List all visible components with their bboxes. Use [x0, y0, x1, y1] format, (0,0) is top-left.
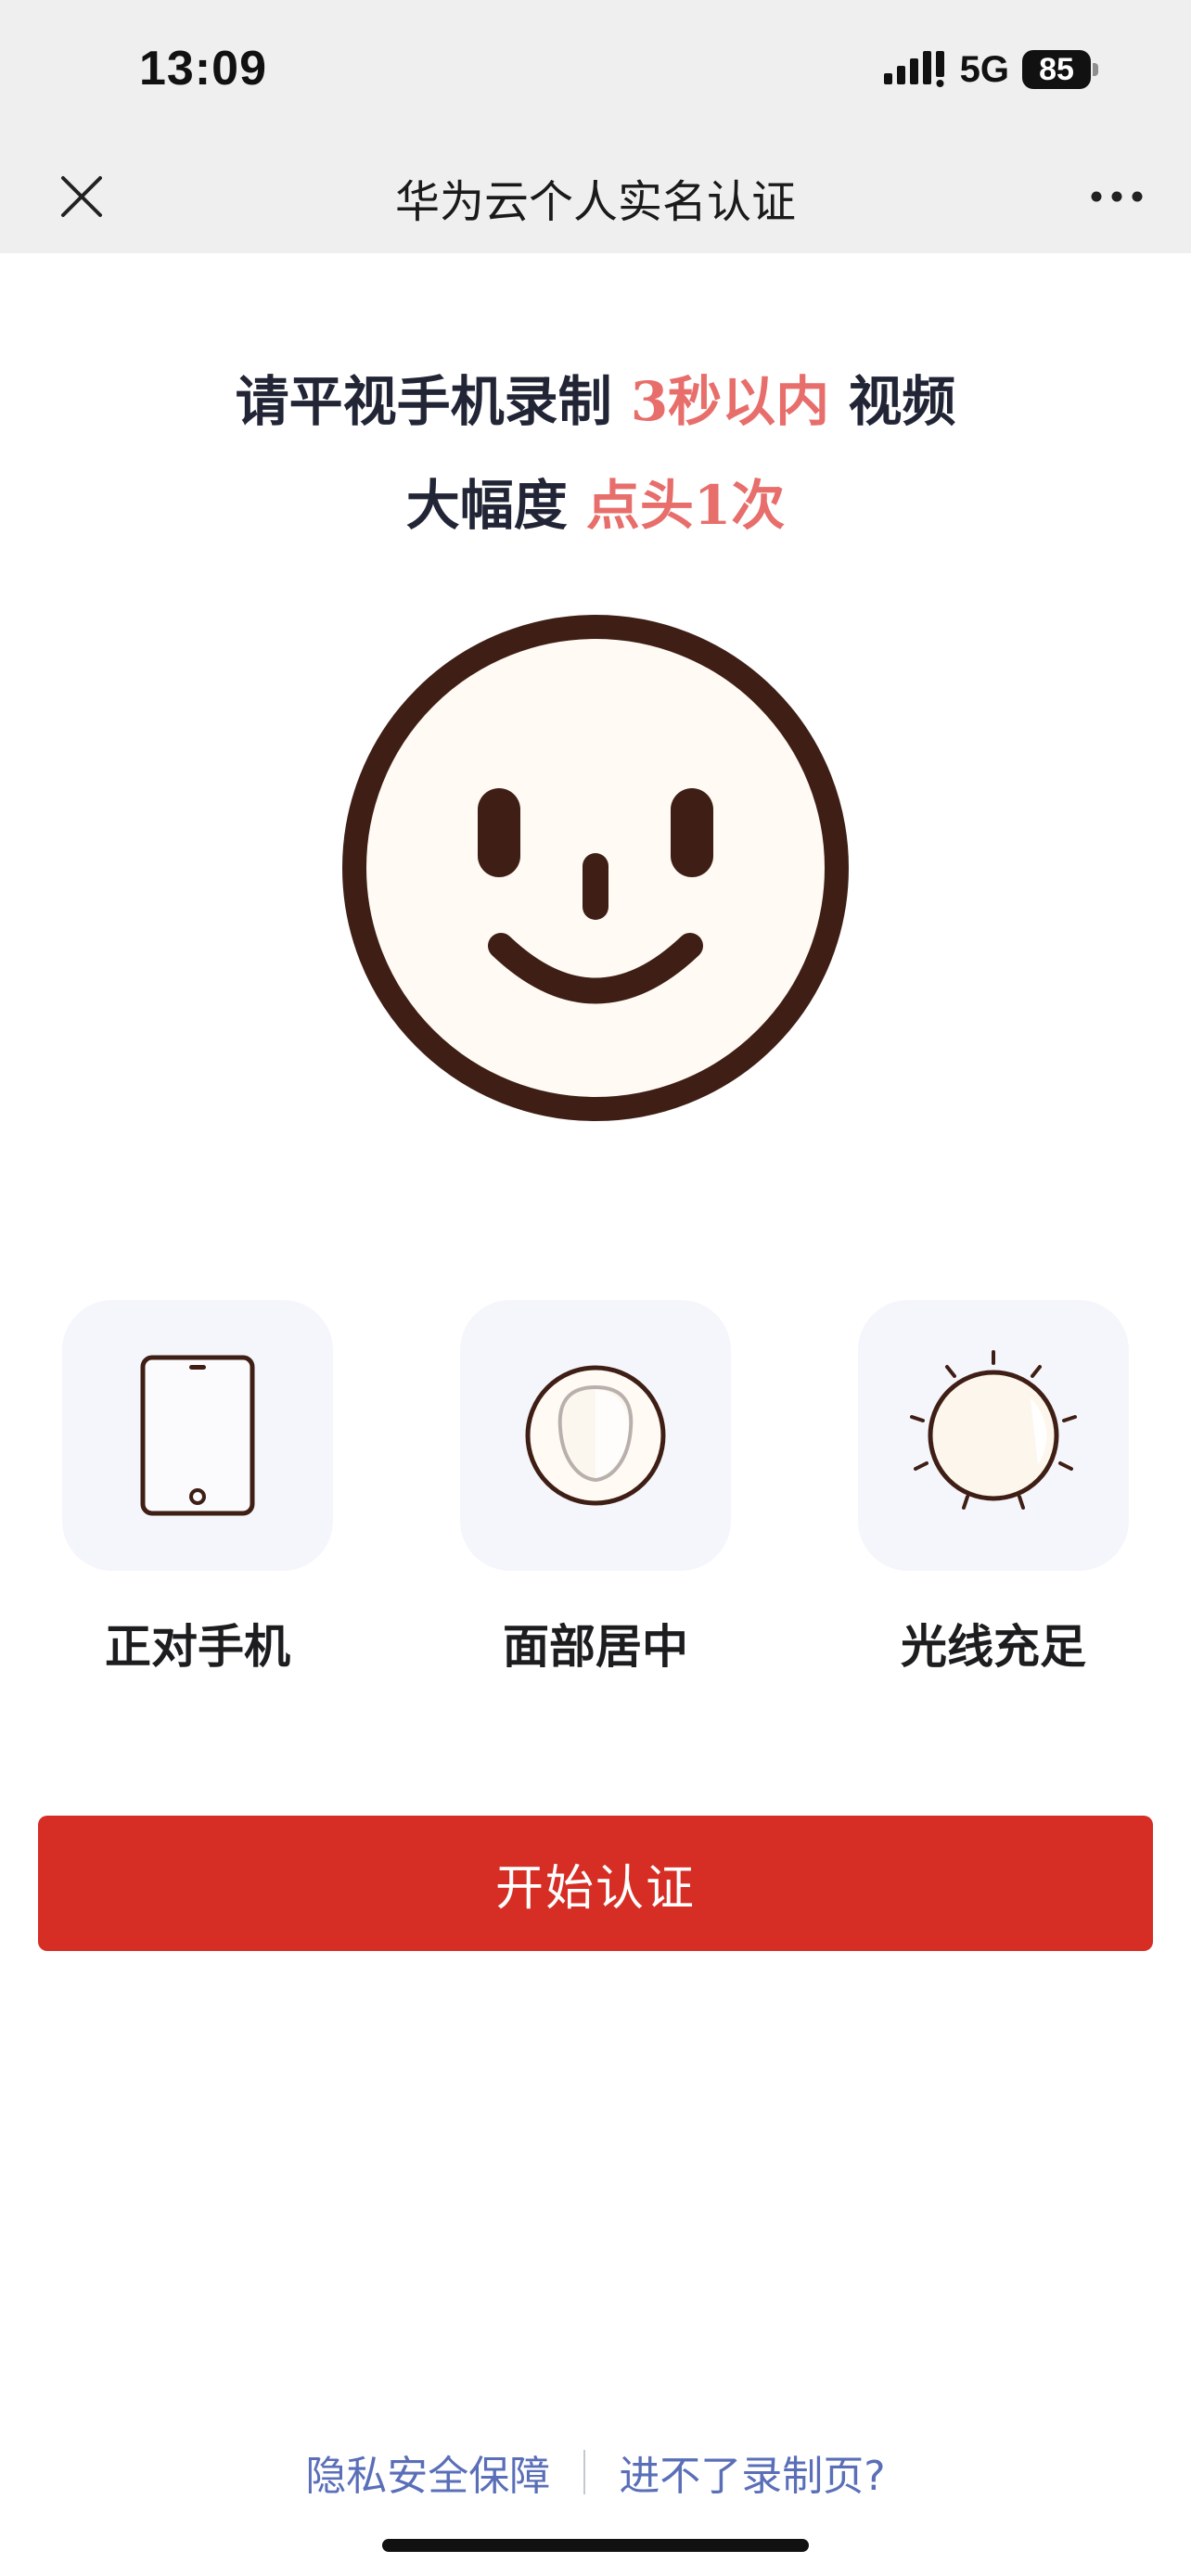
face-outline-icon [525, 1365, 666, 1506]
instruction-line-1: 请平视手机录制 3秒以内 视频 [0, 358, 1191, 436]
instruction-text: 请平视手机录制 [235, 370, 612, 433]
tip-label: 正对手机 [105, 1620, 290, 1674]
more-button[interactable] [1080, 159, 1154, 234]
instruction-line-2: 大幅度 点头1次 [0, 462, 1191, 540]
instruction-text: 视频 [848, 370, 956, 433]
status-time: 13:09 [139, 42, 267, 96]
footer-links: 隐私安全保障 进不了录制页? [0, 2442, 1191, 2502]
tip-card [460, 1300, 731, 1571]
nav-bar: 华为云个人实名认证 [0, 139, 1191, 253]
page-title: 华为云个人实名认证 [394, 176, 796, 228]
instruction-highlight-duration: 3秒以内 [630, 370, 830, 433]
signal-icon [883, 51, 944, 87]
help-link[interactable]: 进不了录制页? [619, 2442, 885, 2502]
status-indicators: 5G 85 [883, 46, 1098, 93]
status-bar: 13:09 5G 85 [0, 0, 1191, 139]
tip-label: 光线充足 [901, 1620, 1086, 1674]
smiley-face-icon [342, 615, 849, 1121]
tip-face-center: 面部居中 [460, 1300, 731, 1677]
sun-icon [910, 1350, 1077, 1510]
instruction-text: 大幅度 [405, 474, 568, 537]
privacy-link[interactable]: 隐私安全保障 [305, 2442, 550, 2502]
tip-label: 面部居中 [503, 1620, 688, 1674]
more-icon [1091, 191, 1143, 202]
footer-divider [583, 2450, 586, 2494]
start-verification-button[interactable]: 开始认证 [38, 1816, 1153, 1951]
tip-card [62, 1300, 333, 1571]
tip-good-light: 光线充足 [858, 1300, 1129, 1677]
tip-card [858, 1300, 1129, 1571]
network-label: 5G [959, 48, 1009, 90]
tip-face-phone: 正对手机 [62, 1300, 333, 1677]
phone-icon [140, 1355, 255, 1516]
battery-level: 85 [1022, 50, 1091, 89]
battery-icon: 85 [1022, 50, 1098, 89]
instruction-highlight-action: 点头1次 [585, 474, 786, 537]
home-indicator[interactable] [382, 2539, 809, 2552]
